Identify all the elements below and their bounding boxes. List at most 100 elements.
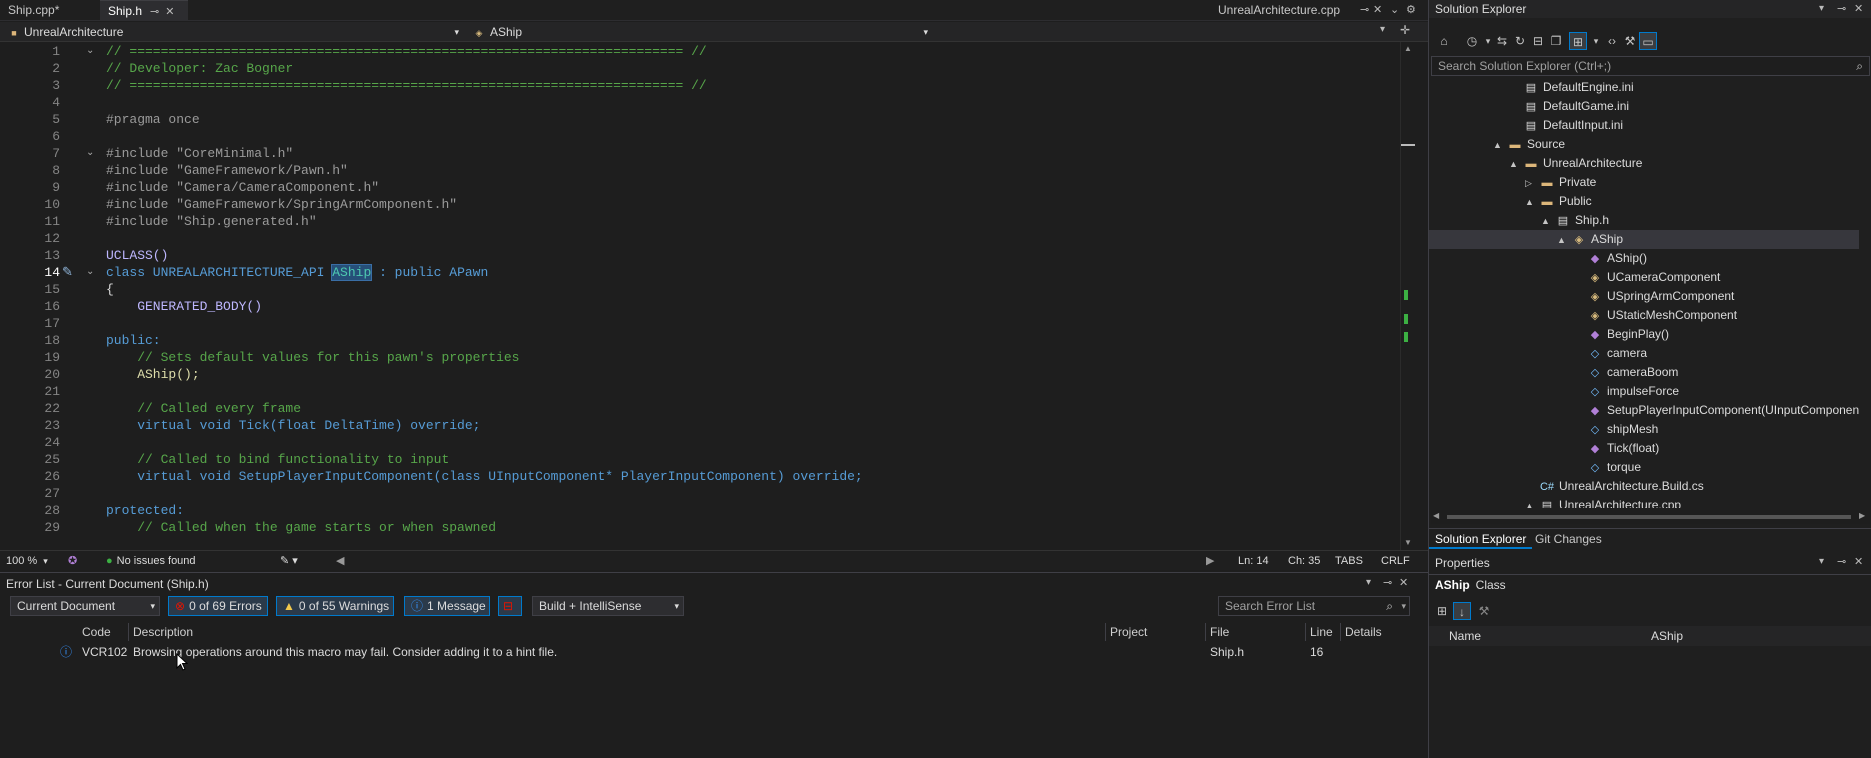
code-line[interactable]: 3 // ====================================… [0,77,1400,94]
brush-icon[interactable]: ✎ ▾ [280,554,298,568]
code-line[interactable]: 19 // Sets default values for this pawn'… [0,349,1400,366]
code-line[interactable]: 28 protected: [0,502,1400,519]
project-dropdown[interactable]: ■ UnrealArchitecture ▾ [8,24,463,40]
chevron-down-icon[interactable]: ⌄ [1390,3,1399,16]
tab-ship-h[interactable]: Ship.h ⊸ ✕ [100,0,188,21]
tree-item[interactable]: ▲ ▬ UnrealArchitecture [1429,154,1859,173]
tree-item[interactable]: ◆ BeginPlay() [1429,325,1859,344]
wrench-icon[interactable]: ⚒ [1621,32,1639,50]
collapse-all-icon[interactable]: ⊟ [1529,32,1547,50]
scroll-left-icon[interactable]: ◀ [1433,511,1439,520]
fold-icon[interactable]: ⌄ [86,264,94,281]
categorized-icon[interactable]: ⊞ [1433,602,1451,620]
gear-icon[interactable]: ⚙ [1406,3,1416,16]
code-line[interactable]: 23 virtual void Tick(float DeltaTime) ov… [0,417,1400,434]
tree-item[interactable]: ▲ ▤ Ship.h [1429,211,1859,230]
tab-git-changes[interactable]: Git Changes [1529,529,1608,549]
tree-item[interactable]: ◇ shipMesh [1429,420,1859,439]
code-line[interactable]: 16 GENERATED_BODY() [0,298,1400,315]
column-line[interactable]: Line [1310,625,1333,639]
search-error-list-input[interactable]: Search Error List ⌕ ▾ [1218,596,1410,616]
chevron-down-icon[interactable]: ▾ [1819,556,1824,567]
issues-indicator[interactable]: ● No issues found [106,554,196,568]
pin-icon[interactable]: ⊸ [1360,3,1369,16]
code-line[interactable]: 27 [0,485,1400,502]
code-line[interactable]: 14 ⌄ ✎ class UNREALARCHITECTURE_API AShip :… [0,264,1400,281]
tree-item[interactable]: ▤ DefaultInput.ini [1429,116,1859,135]
solution-explorer-search[interactable]: Search Solution Explorer (Ctrl+;) ⌕ [1431,56,1870,76]
code-line[interactable]: 18 public: [0,332,1400,349]
tree-item[interactable]: ▲ ▤ UnrealArchitecture.cpp [1429,496,1859,508]
tree-item[interactable]: ▲ ◈ AShip [1429,230,1859,249]
editor-scrollbar[interactable]: ▲ ▼ [1400,42,1415,550]
tree-item[interactable]: ▤ DefaultGame.ini [1429,97,1859,116]
pin-icon[interactable]: ⊸ [150,2,159,23]
tab-unrealarchitecture-cpp[interactable]: UnrealArchitecture.cpp [1210,0,1360,21]
refresh-icon[interactable]: ↻ [1511,32,1529,50]
code-line[interactable]: 20 AShip(); [0,366,1400,383]
wrench-icon[interactable]: ⚒ [1475,602,1493,620]
expand-arrow-icon[interactable]: ▷ [1525,174,1539,193]
expand-arrow-icon[interactable]: ▲ [1509,155,1523,174]
tree-item[interactable]: ◆ AShip() [1429,249,1859,268]
expand-arrow-icon[interactable]: ▲ [1525,193,1539,212]
preview-icon[interactable]: ▭ [1639,32,1657,50]
pin-icon[interactable]: ⊸ [1837,555,1846,568]
tree-item[interactable]: ▲ ▬ Public [1429,192,1859,211]
scope-filter-dropdown[interactable]: Current Document ▾ [10,596,160,616]
code-line[interactable]: 22 // Called every frame [0,400,1400,417]
code-line[interactable]: 12 [0,230,1400,247]
column-description[interactable]: Description [133,625,193,639]
column-details[interactable]: Details [1345,625,1382,639]
properties-row[interactable]: Name AShip [1429,626,1871,646]
errors-filter-button[interactable]: ⊗ 0 of 69 Errors [168,596,268,616]
close-icon[interactable]: ✕ [1854,555,1863,568]
scroll-down-icon[interactable]: ▼ [1404,538,1412,547]
alphabetical-icon[interactable]: ↓ [1453,602,1471,620]
copy-icon[interactable]: ❐ [1547,32,1565,50]
expand-arrow-icon[interactable]: ▲ [1541,212,1555,231]
warnings-filter-button[interactable]: ▲ 0 of 55 Warnings [276,596,394,616]
code-line[interactable]: 9 #include "Camera/CameraComponent.h" [0,179,1400,196]
code-line[interactable]: 21 [0,383,1400,400]
tab-ship-cpp[interactable]: Ship.cpp* [0,0,96,21]
code-line[interactable]: 24 [0,434,1400,451]
code-line[interactable]: 7 ⌄ #include "CoreMinimal.h" [0,145,1400,162]
code-line[interactable]: 11 #include "Ship.generated.h" [0,213,1400,230]
expand-arrow-icon[interactable]: ▲ [1493,136,1507,155]
properties-object[interactable]: AShip Class [1435,578,1506,592]
scope-dropdown[interactable]: ◈ AShip ▾ [472,24,932,40]
tree-item[interactable]: ◆ SetupPlayerInputComponent(UInputCompone… [1429,401,1859,420]
column-code[interactable]: Code [82,625,111,639]
code-line[interactable]: 2 // Developer: Zac Bogner [0,60,1400,77]
fold-icon[interactable]: ⌄ [86,43,94,60]
code-line[interactable]: 17 [0,315,1400,332]
code-line[interactable]: 13 UCLASS() [0,247,1400,264]
tree-item[interactable]: ◈ UCameraComponent [1429,268,1859,287]
scroll-right-icon[interactable]: ▶ [1206,554,1214,568]
chevron-down-icon[interactable]: ▾ [1819,0,1824,18]
tree-item[interactable]: ▲ ▬ Source [1429,135,1859,154]
code-line[interactable]: 29 // Called when the game starts or whe… [0,519,1400,536]
indent-mode[interactable]: TABS [1335,554,1363,568]
expand-arrow-icon[interactable]: ▲ [1525,497,1539,508]
fold-icon[interactable]: ⌄ [86,145,94,162]
tree-item[interactable]: ◇ cameraBoom [1429,363,1859,382]
code-line[interactable]: 10 #include "GameFramework/SpringArmCompo… [0,196,1400,213]
close-icon[interactable]: ✕ [165,2,174,23]
scroll-thumb[interactable] [1447,515,1851,519]
code-line[interactable]: 5 #pragma once [0,111,1400,128]
tree-item[interactable]: ◆ Tick(float) [1429,439,1859,458]
edit-hint-icon[interactable]: ✎ [62,264,73,281]
line-ending[interactable]: CRLF [1381,554,1410,568]
home-icon[interactable]: ⌂ [1435,32,1453,50]
tree-item[interactable]: ◇ camera [1429,344,1859,363]
code-line[interactable]: 8 #include "GameFramework/Pawn.h" [0,162,1400,179]
show-all-files-icon[interactable]: ⊞ [1569,32,1587,50]
scroll-left-icon[interactable]: ◀ [336,554,344,568]
tree-item[interactable]: ◇ impulseForce [1429,382,1859,401]
code-line[interactable]: 25 // Called to bind functionality to in… [0,451,1400,468]
tree-scrollbar[interactable]: ◀ ▶ [1431,510,1870,524]
filter-icon[interactable]: ⊟ [498,596,522,616]
code-line[interactable]: 1 ⌄ // ===================================… [0,43,1400,60]
